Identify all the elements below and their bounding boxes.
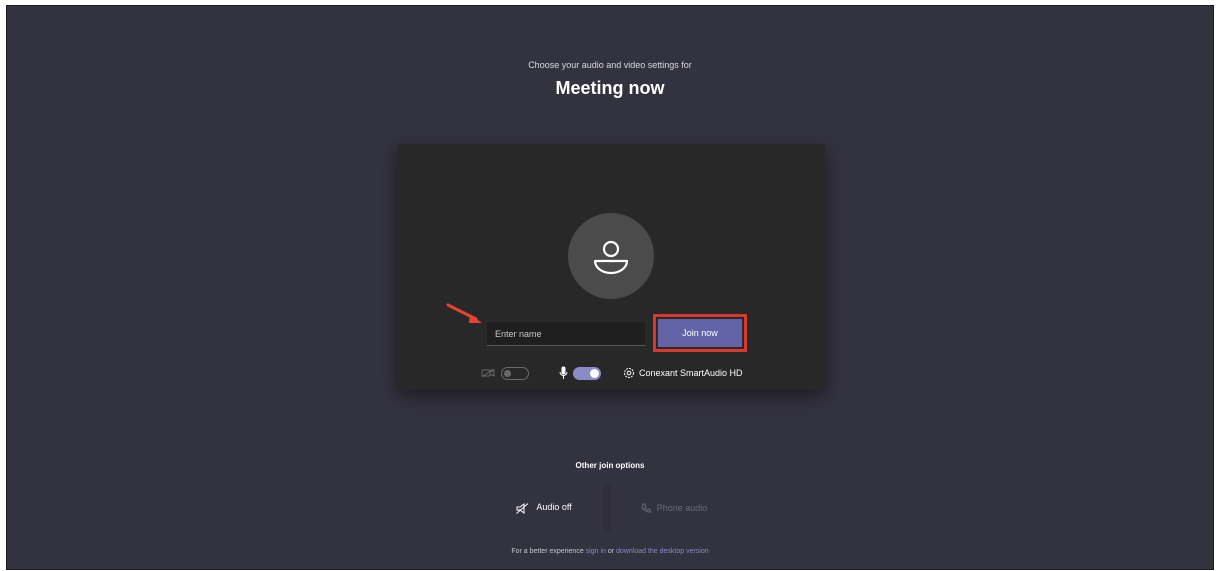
phone-audio-button: Phone audio — [611, 485, 737, 531]
microphone-toggle-knob — [590, 369, 599, 378]
name-input[interactable] — [487, 322, 645, 346]
other-join-options: Audio off Phone audio — [485, 485, 737, 531]
phone-audio-label: Phone audio — [656, 502, 708, 513]
device-controls: Conexant SmartAudio HD — [481, 364, 781, 384]
phone-icon — [641, 503, 651, 513]
footer-or: or — [605, 548, 617, 555]
prejoin-screen: Choose your audio and video settings for… — [6, 5, 1214, 570]
audio-off-button[interactable]: Audio off — [485, 485, 603, 531]
audio-off-label: Audio off — [536, 502, 572, 513]
download-desktop-link[interactable]: download the desktop version — [616, 548, 709, 555]
person-icon — [593, 240, 629, 275]
microphone-icon — [559, 366, 568, 379]
camera-toggle[interactable] — [501, 367, 529, 380]
footer-text: For a better experience sign in or downl… — [7, 548, 1213, 555]
camera-off-icon — [481, 368, 495, 378]
speaker-off-icon — [516, 502, 529, 514]
video-preview-panel: Join now Conexant SmartAud — [397, 144, 825, 390]
prejoin-subtitle: Choose your audio and video settings for — [528, 60, 692, 70]
microphone-toggle[interactable] — [573, 367, 601, 380]
other-join-options-heading: Other join options — [575, 461, 645, 470]
gear-icon[interactable] — [623, 367, 635, 379]
avatar — [568, 213, 654, 299]
audio-device-label[interactable]: Conexant SmartAudio HD — [639, 368, 743, 378]
join-now-button[interactable]: Join now — [658, 319, 742, 347]
camera-toggle-knob — [504, 370, 511, 377]
meeting-title: Meeting now — [555, 78, 665, 98]
annotation-arrow-icon — [446, 303, 482, 323]
sign-in-link[interactable]: sign in — [586, 548, 606, 555]
footer-prefix: For a better experience — [511, 548, 586, 555]
